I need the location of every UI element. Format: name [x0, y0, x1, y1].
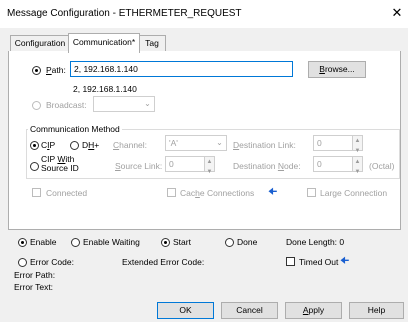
apply-button[interactable]: Apply [285, 302, 342, 319]
start-indicator [161, 238, 170, 247]
cip-radio[interactable] [30, 141, 39, 150]
cip-source-id-label: CIP With Source ID [41, 154, 79, 173]
timed-out-indicator [286, 257, 295, 266]
communication-method-label: Communication Method [28, 124, 122, 134]
large-connection-checkbox[interactable] [307, 188, 316, 197]
path-label: Path: [46, 65, 66, 75]
extended-error-code-label: Extended Error Code: [122, 257, 205, 267]
spinner-icon[interactable]: ▲ ▼ [352, 157, 362, 175]
channel-label: Channel: [113, 140, 148, 150]
spinner-icon[interactable]: ▲ ▼ [204, 157, 214, 175]
timed-out-label: Timed Out [299, 257, 339, 267]
close-icon[interactable]: ✕ [391, 5, 403, 21]
cache-connections-label: Cache Connections [180, 188, 255, 198]
large-connection-label: Large Connection [320, 188, 388, 198]
enable-indicator [18, 238, 27, 247]
done-indicator [225, 238, 234, 247]
chevron-down-icon: ⌄ [216, 138, 223, 147]
left-arrow-icon: 🠈 [340, 256, 350, 267]
destination-link-label: Destination Link: [233, 140, 296, 150]
spinner-icon[interactable]: ▲ ▼ [352, 136, 362, 154]
chevron-down-icon: ⌄ [144, 99, 151, 108]
connected-label: Connected [46, 188, 88, 198]
dhplus-label: DH+ [82, 140, 100, 150]
broadcast-radio[interactable] [32, 101, 41, 110]
connected-checkbox[interactable] [32, 188, 41, 197]
cip-label: CIP [41, 140, 56, 150]
resolved-path: 2, 192.168.1.140 [73, 84, 137, 94]
help-button[interactable]: Help [349, 302, 404, 319]
enable-waiting-label: Enable Waiting [83, 237, 140, 247]
enable-label: Enable [30, 237, 57, 247]
window-title: Message Configuration - ETHERMETER_REQUE… [7, 8, 242, 19]
start-label: Start [173, 237, 191, 247]
error-code-indicator [18, 258, 27, 267]
left-arrow-icon: 🠈 [268, 187, 278, 198]
enable-waiting-indicator [71, 238, 80, 247]
tab-communication[interactable]: Communication* [68, 33, 140, 53]
done-label: Done [237, 237, 258, 247]
broadcast-label: Broadcast: [46, 100, 87, 110]
error-path-label: Error Path: [14, 270, 56, 280]
path-radio[interactable] [32, 66, 41, 75]
ok-button[interactable]: OK [157, 302, 214, 319]
error-text-label: Error Text: [14, 282, 54, 292]
source-link-label: Source Link: [115, 161, 163, 171]
done-length: Done Length: 0 [286, 237, 345, 247]
octal-label: (Octal) [369, 161, 395, 171]
dhplus-radio[interactable] [70, 141, 79, 150]
cache-connections-checkbox[interactable] [167, 188, 176, 197]
cip-source-id-radio[interactable] [30, 162, 39, 171]
tab-configuration[interactable]: Configuration [10, 35, 70, 52]
cancel-button[interactable]: Cancel [221, 302, 278, 319]
tab-tag[interactable]: Tag [138, 35, 166, 52]
path-input[interactable]: 2, 192.168.1.140 [70, 61, 293, 77]
destination-node-label: Destination Node: [233, 161, 301, 171]
browse-button[interactable]: Browse... [308, 61, 366, 78]
error-code-label: Error Code: [30, 257, 74, 267]
